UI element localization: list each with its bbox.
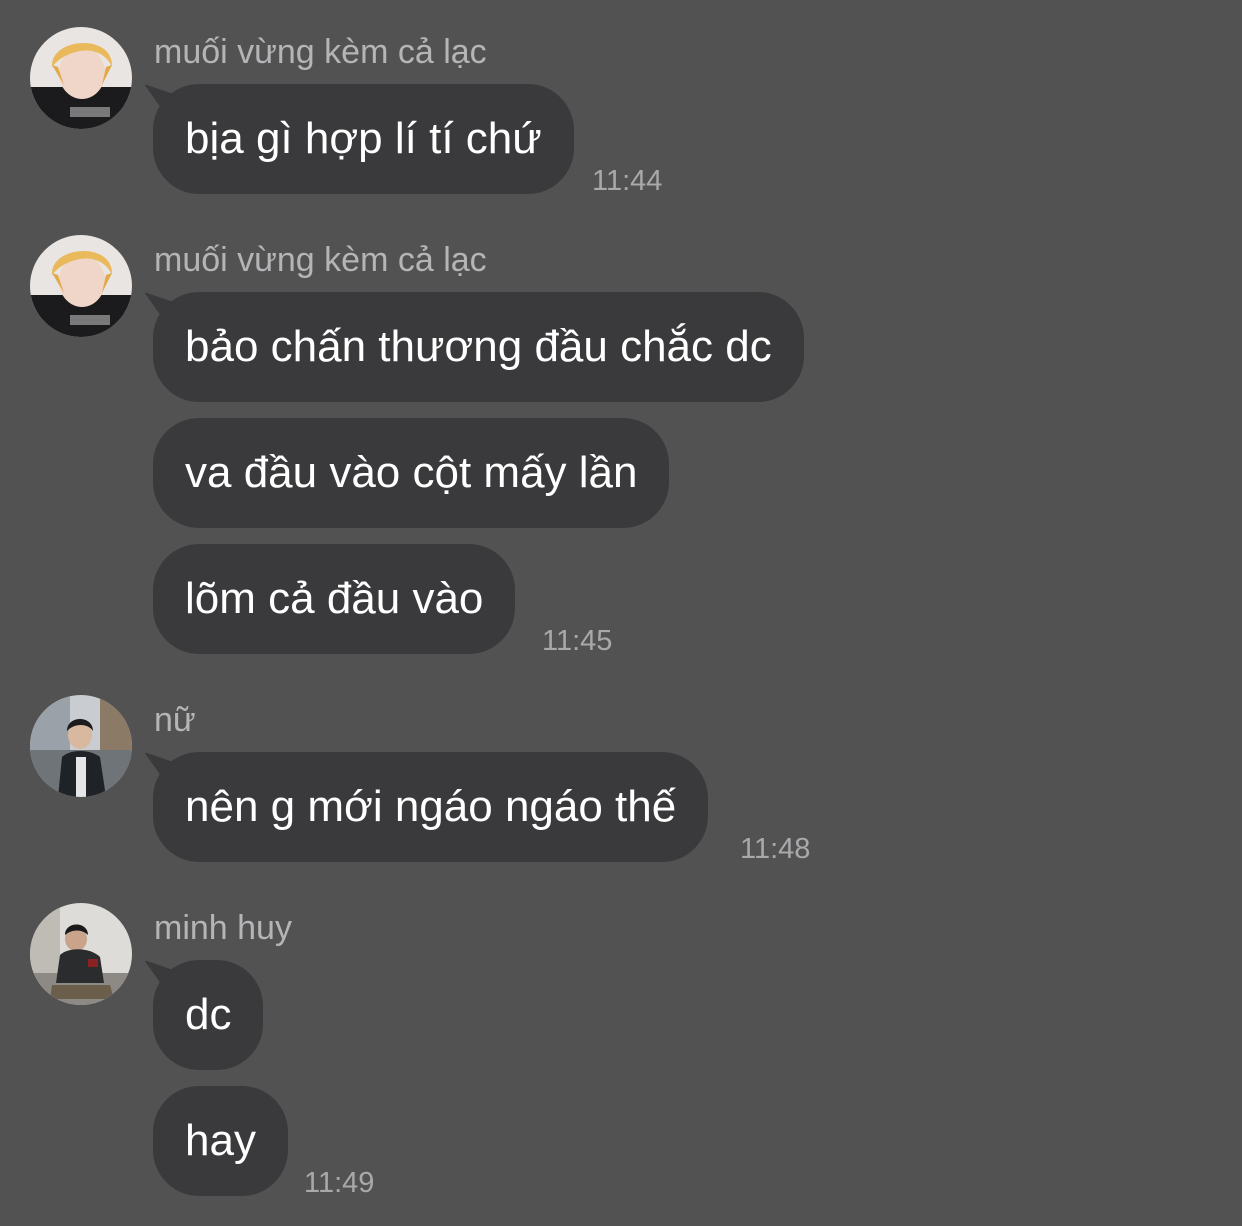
message-bubble[interactable]: bảo chấn thương đầu chắc dc — [153, 292, 804, 402]
message-bubble[interactable]: va đầu vào cột mấy lần — [153, 418, 670, 528]
seated-person-avatar-icon — [30, 903, 132, 1005]
chat-screen: muối vừng kèm cả lạc bịa gì hợp lí tí ch… — [0, 0, 1242, 1226]
message-bubble[interactable]: bịa gì hợp lí tí chứ — [153, 84, 574, 194]
message-bubble[interactable]: dc — [153, 960, 264, 1070]
avatar[interactable] — [30, 27, 132, 129]
message-time: 11:44 — [592, 165, 663, 197]
sender-name: nữ — [154, 701, 196, 739]
message-time: 11:49 — [304, 1167, 375, 1199]
message-bubble[interactable]: nên g mới ngáo ngáo thế — [153, 752, 709, 862]
blonde-hair-person-avatar-icon — [30, 235, 132, 337]
sender-name: muối vừng kèm cả lạc — [154, 33, 487, 71]
person-by-river-avatar-icon — [30, 695, 132, 797]
message-bubble[interactable]: hay — [153, 1086, 288, 1196]
blonde-hair-person-avatar-icon — [30, 27, 132, 129]
avatar[interactable] — [30, 695, 132, 797]
message-time: 11:48 — [740, 833, 811, 865]
sender-name: muối vừng kèm cả lạc — [154, 241, 487, 279]
message-bubble[interactable]: lõm cả đầu vào — [153, 544, 516, 654]
message-time: 11:45 — [542, 625, 613, 657]
avatar[interactable] — [30, 235, 132, 337]
sender-name: minh huy — [154, 909, 292, 947]
avatar[interactable] — [30, 903, 132, 1005]
